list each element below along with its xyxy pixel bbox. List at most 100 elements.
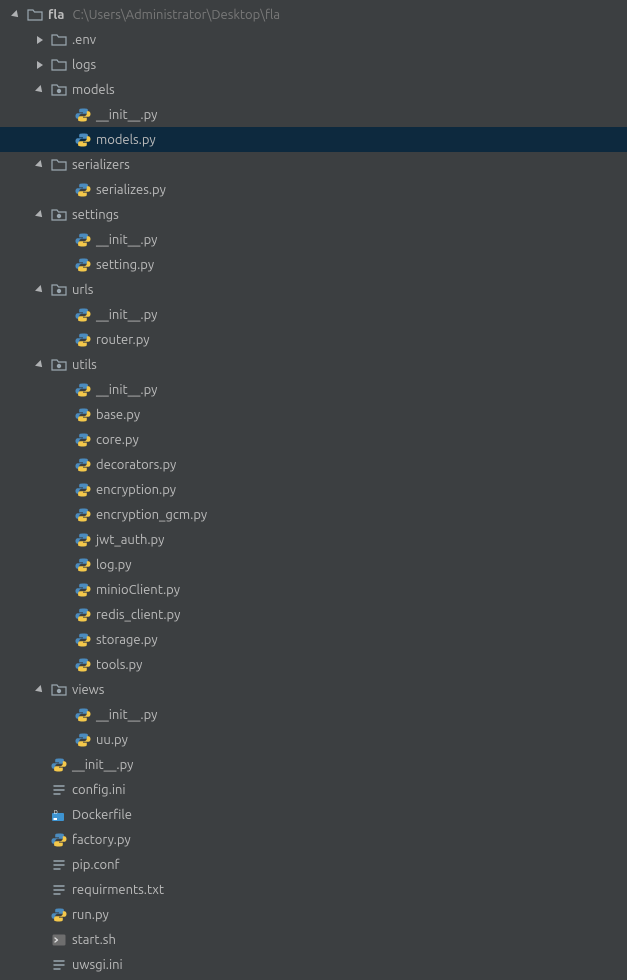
tree-item-label: redis_client.py	[96, 608, 180, 622]
tree-row[interactable]: core.py	[0, 427, 627, 452]
tree-item-label: core.py	[96, 433, 139, 447]
tree-item-label: tools.py	[96, 658, 142, 672]
folder-root-icon	[26, 6, 44, 24]
py-icon	[74, 431, 92, 449]
chevron-icon[interactable]	[30, 30, 50, 50]
chevron-icon[interactable]	[30, 355, 50, 375]
tree-item-label: storage.py	[96, 633, 158, 647]
tree-item-label: pip.conf	[72, 858, 119, 872]
tree-row[interactable]: logs	[0, 52, 627, 77]
tree-item-label: fla	[48, 8, 64, 22]
tree-row[interactable]: requirments.txt	[0, 877, 627, 902]
chevron-icon[interactable]	[30, 680, 50, 700]
tree-row[interactable]: base.py	[0, 402, 627, 427]
tree-row[interactable]: serializers	[0, 152, 627, 177]
sh-icon	[50, 931, 68, 949]
chevron-icon[interactable]	[30, 80, 50, 100]
tree-row[interactable]: uwsgi.ini	[0, 952, 627, 977]
tree-row[interactable]: utils	[0, 352, 627, 377]
tree-item-label: uu.py	[96, 733, 128, 747]
project-path: C:\Users\Administrator\Desktop\fla	[72, 8, 280, 22]
tree-row[interactable]: __init__.py	[0, 752, 627, 777]
tree-row[interactable]: models.py	[0, 127, 627, 152]
project-tree[interactable]: fla C:\Users\Administrator\Desktop\fla .en…	[0, 0, 627, 977]
tree-row[interactable]: __init__.py	[0, 702, 627, 727]
pkg-icon	[50, 281, 68, 299]
chevron-icon[interactable]	[30, 55, 50, 75]
tree-item-label: .env	[72, 33, 96, 47]
tree-row[interactable]: __init__.py	[0, 377, 627, 402]
tree-row[interactable]: config.ini	[0, 777, 627, 802]
tree-row[interactable]: redis_client.py	[0, 602, 627, 627]
folder-icon	[50, 31, 68, 49]
tree-row[interactable]: factory.py	[0, 827, 627, 852]
tree-item-label: base.py	[96, 408, 140, 422]
tree-row[interactable]: urls	[0, 277, 627, 302]
py-icon	[74, 406, 92, 424]
tree-row[interactable]: jwt_auth.py	[0, 527, 627, 552]
text-icon	[50, 856, 68, 874]
tree-item-label: models	[72, 83, 115, 97]
tree-row[interactable]: encryption_gcm.py	[0, 502, 627, 527]
tree-row[interactable]: start.sh	[0, 927, 627, 952]
tree-row[interactable]: Dockerfile	[0, 802, 627, 827]
chevron-icon[interactable]	[30, 155, 50, 175]
tree-row[interactable]: minioClient.py	[0, 577, 627, 602]
text-icon	[50, 956, 68, 974]
tree-row[interactable]: models	[0, 77, 627, 102]
py-icon	[74, 531, 92, 549]
tree-item-label: __init__.py	[96, 108, 157, 122]
py-icon	[50, 831, 68, 849]
pkg-icon	[50, 81, 68, 99]
py-icon	[74, 581, 92, 599]
tree-item-label: __init__.py	[96, 383, 157, 397]
tree-item-label: requirments.txt	[72, 883, 164, 897]
tree-item-label: uwsgi.ini	[72, 958, 123, 972]
folder-icon	[50, 156, 68, 174]
tree-row[interactable]: fla C:\Users\Administrator\Desktop\fla	[0, 2, 627, 27]
py-icon	[74, 706, 92, 724]
py-icon	[74, 556, 92, 574]
text-icon	[50, 881, 68, 899]
py-icon	[74, 656, 92, 674]
py-icon	[74, 631, 92, 649]
tree-row[interactable]: .env	[0, 27, 627, 52]
tree-item-label: __init__.py	[96, 233, 157, 247]
tree-item-label: serializes.py	[96, 183, 166, 197]
tree-item-label: utils	[72, 358, 97, 372]
tree-row[interactable]: decorators.py	[0, 452, 627, 477]
py-icon	[74, 131, 92, 149]
tree-row[interactable]: __init__.py	[0, 302, 627, 327]
tree-item-label: run.py	[72, 908, 109, 922]
tree-row[interactable]: setting.py	[0, 252, 627, 277]
chevron-icon[interactable]	[6, 5, 26, 25]
tree-row[interactable]: __init__.py	[0, 102, 627, 127]
tree-row[interactable]: tools.py	[0, 652, 627, 677]
py-icon	[74, 381, 92, 399]
tree-row[interactable]: log.py	[0, 552, 627, 577]
tree-item-label: urls	[72, 283, 93, 297]
tree-row[interactable]: __init__.py	[0, 227, 627, 252]
tree-row[interactable]: router.py	[0, 327, 627, 352]
tree-item-label: views	[72, 683, 104, 697]
tree-row[interactable]: storage.py	[0, 627, 627, 652]
py-icon	[74, 331, 92, 349]
tree-item-label: start.sh	[72, 933, 116, 947]
tree-row[interactable]: pip.conf	[0, 852, 627, 877]
text-icon	[50, 781, 68, 799]
tree-row[interactable]: run.py	[0, 902, 627, 927]
tree-item-label: __init__.py	[96, 708, 157, 722]
tree-row[interactable]: uu.py	[0, 727, 627, 752]
chevron-icon[interactable]	[30, 205, 50, 225]
tree-row[interactable]: views	[0, 677, 627, 702]
py-icon	[74, 481, 92, 499]
tree-row[interactable]: serializes.py	[0, 177, 627, 202]
py-icon	[74, 731, 92, 749]
tree-item-label: encryption.py	[96, 483, 176, 497]
tree-item-label: __init__.py	[72, 758, 133, 772]
tree-item-label: factory.py	[72, 833, 131, 847]
tree-row[interactable]: settings	[0, 202, 627, 227]
chevron-icon[interactable]	[30, 280, 50, 300]
tree-row[interactable]: encryption.py	[0, 477, 627, 502]
py-icon	[74, 306, 92, 324]
